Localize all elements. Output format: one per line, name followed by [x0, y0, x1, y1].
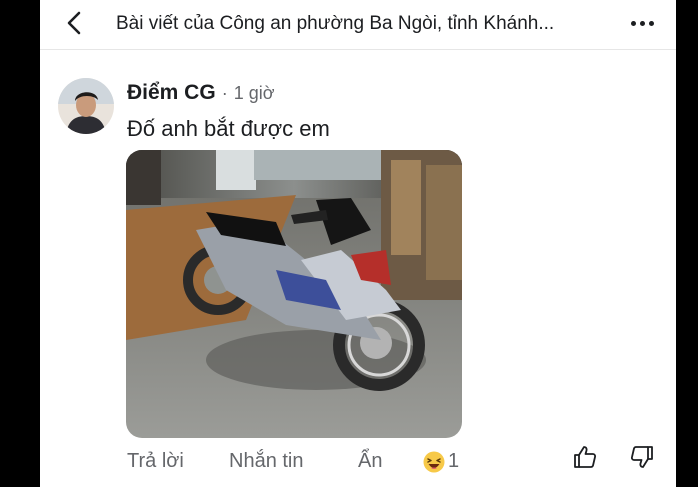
reaction-summary[interactable]: 1: [423, 450, 459, 473]
post-screen: Bài viết của Công an phường Ba Ngòi, tỉn…: [40, 0, 676, 487]
reply-button[interactable]: Trả lời: [127, 450, 184, 473]
like-button[interactable]: [572, 444, 598, 470]
time-separator: ·: [221, 83, 228, 103]
thumbs-down-icon: [630, 446, 653, 468]
dislike-button[interactable]: [629, 444, 655, 470]
avatar[interactable]: [58, 78, 114, 134]
comment-header: Điểm CG · 1 giờ: [127, 81, 275, 105]
more-dot-icon: [648, 20, 654, 26]
back-button[interactable]: [60, 8, 90, 38]
comment-time: 1 giờ: [233, 83, 275, 103]
comment-text: Đố anh bắt được em: [127, 116, 330, 141]
reaction-count: 1: [448, 450, 460, 472]
comment-photo[interactable]: [126, 150, 462, 438]
more-options-button[interactable]: [626, 14, 658, 32]
motorbike-photo: [126, 150, 462, 438]
more-dot-icon: [630, 20, 636, 26]
laughing-emoji-icon: [423, 451, 445, 473]
thumbs-up-icon: [574, 446, 597, 468]
avatar-image: [58, 78, 114, 134]
hide-button[interactable]: Ẩn: [358, 450, 382, 473]
more-dot-icon: [639, 20, 645, 26]
header-bar: Bài viết của Công an phường Ba Ngòi, tỉn…: [40, 0, 676, 50]
message-button[interactable]: Nhắn tin: [229, 450, 304, 473]
header-title: Bài viết của Công an phường Ba Ngòi, tỉn…: [116, 13, 555, 34]
chevron-left-icon: [67, 11, 81, 35]
author-name[interactable]: Điểm CG: [127, 81, 216, 105]
